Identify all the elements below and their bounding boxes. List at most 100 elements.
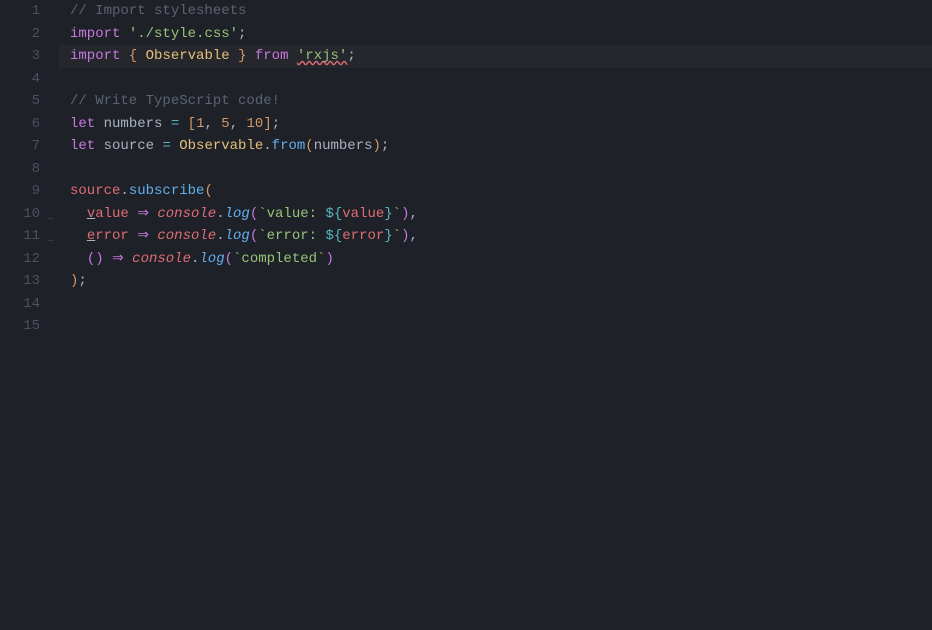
line-number: 8: [0, 158, 58, 181]
token: ): [325, 251, 333, 267]
token: './style.css': [129, 26, 238, 42]
token: (: [250, 206, 258, 222]
code-line[interactable]: … error ⇒ console.log(`error: ${error}`)…: [70, 225, 932, 248]
token: v: [87, 206, 95, 222]
token: ⇒: [112, 251, 124, 267]
code-line[interactable]: source.subscribe(: [70, 180, 932, 203]
token: let: [70, 116, 95, 132]
token: ,: [409, 228, 417, 244]
token: (: [87, 251, 95, 267]
token: `: [393, 206, 401, 222]
code-line[interactable]: [70, 158, 932, 181]
code-line[interactable]: import './style.css';: [70, 23, 932, 46]
token: =: [162, 138, 170, 154]
token: `value:: [258, 206, 325, 222]
token: numbers: [95, 116, 171, 132]
token: .: [216, 206, 224, 222]
code-line[interactable]: import { Observable } from 'rxjs';: [58, 45, 932, 68]
token: console: [157, 228, 216, 244]
fold-indicator-icon[interactable]: …: [48, 207, 54, 230]
token: ;: [272, 116, 280, 132]
token: rror: [95, 228, 129, 244]
token: log: [225, 206, 250, 222]
token: [104, 251, 112, 267]
token: [70, 228, 87, 244]
line-number: 14: [0, 293, 58, 316]
code-line[interactable]: let numbers = [1, 5, 10];: [70, 113, 932, 136]
token: ;: [78, 273, 86, 289]
line-number-gutter: 123456789101112131415: [0, 0, 58, 630]
token: log: [199, 251, 224, 267]
token: source: [70, 183, 120, 199]
token: ): [95, 251, 103, 267]
token: 'rxjs': [297, 48, 347, 64]
token: [70, 251, 87, 267]
line-number: 13: [0, 270, 58, 293]
token: Observable: [146, 48, 230, 64]
token: (: [204, 183, 212, 199]
token: [120, 26, 128, 42]
token: // Import stylesheets: [70, 3, 246, 19]
code-line[interactable]: let source = Observable.from(numbers);: [70, 135, 932, 158]
token: ;: [238, 26, 246, 42]
token: [171, 138, 179, 154]
line-number: 15: [0, 315, 58, 338]
code-editor[interactable]: 123456789101112131415 // Import styleshe…: [0, 0, 932, 630]
token: Observable: [179, 138, 263, 154]
token: source: [95, 138, 162, 154]
token: .: [120, 183, 128, 199]
token: (: [225, 251, 233, 267]
code-line[interactable]: );: [70, 270, 932, 293]
code-line[interactable]: // Import stylesheets: [70, 0, 932, 23]
token: [137, 48, 145, 64]
token: [70, 206, 87, 222]
token: numbers: [314, 138, 373, 154]
token: ,: [230, 116, 247, 132]
token: (: [305, 138, 313, 154]
code-content[interactable]: // Import stylesheets import './style.css…: [58, 0, 932, 630]
fold-indicator-icon[interactable]: …: [48, 229, 54, 252]
token: [246, 48, 254, 64]
token: `: [393, 228, 401, 244]
line-number: 2: [0, 23, 58, 46]
token: ): [373, 138, 381, 154]
token: [179, 116, 187, 132]
token: ,: [409, 206, 417, 222]
token: ]: [263, 116, 271, 132]
code-line[interactable]: // Write TypeScript code!: [70, 90, 932, 113]
token: // Write TypeScript code!: [70, 93, 280, 109]
token: =: [171, 116, 179, 132]
code-line[interactable]: [70, 68, 932, 91]
token: alue: [95, 206, 129, 222]
token: .: [263, 138, 271, 154]
code-line[interactable]: … value ⇒ console.log(`value: ${value}`)…: [70, 203, 932, 226]
token: 5: [221, 116, 229, 132]
code-line[interactable]: () ⇒ console.log(`completed`): [70, 248, 932, 271]
code-line[interactable]: [70, 315, 932, 338]
token: [288, 48, 296, 64]
token: value: [342, 206, 384, 222]
line-number: 3: [0, 45, 58, 68]
line-number: 7: [0, 135, 58, 158]
token: [230, 48, 238, 64]
token: `completed`: [233, 251, 325, 267]
token: e: [87, 228, 95, 244]
token: error: [342, 228, 384, 244]
line-number: 9: [0, 180, 58, 203]
token: console: [132, 251, 191, 267]
token: subscribe: [129, 183, 205, 199]
token: ;: [381, 138, 389, 154]
token: [129, 228, 137, 244]
token: [124, 251, 132, 267]
code-line[interactable]: [70, 293, 932, 316]
token: (: [250, 228, 258, 244]
token: from: [255, 48, 289, 64]
token: ⇒: [137, 228, 149, 244]
token: {: [129, 48, 137, 64]
token: ${: [325, 228, 342, 244]
token: [: [188, 116, 196, 132]
token: from: [272, 138, 306, 154]
token: import: [70, 26, 120, 42]
token: `error:: [258, 228, 325, 244]
token: ⇒: [137, 206, 149, 222]
